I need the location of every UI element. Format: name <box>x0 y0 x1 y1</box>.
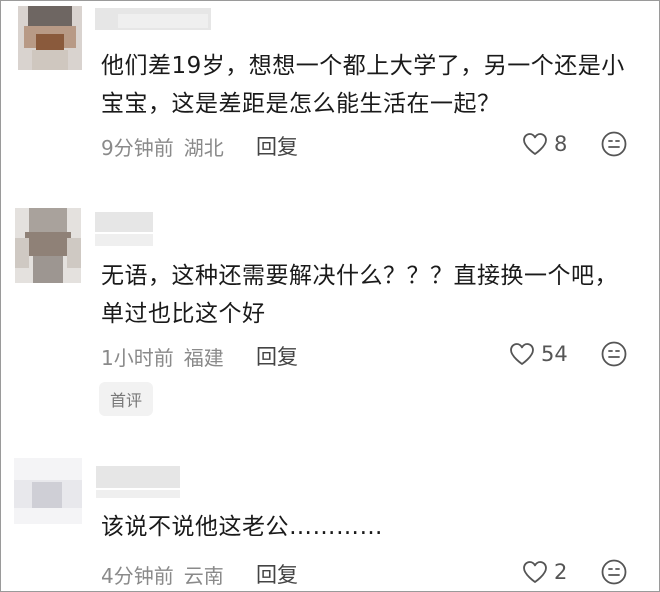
comment-time: 4分钟前 <box>101 563 174 588</box>
comment-time: 1小时前 <box>101 345 174 370</box>
comment-time: 9分钟前 <box>101 135 174 160</box>
avatar[interactable] <box>18 6 82 70</box>
comment-location: 云南 <box>183 563 224 588</box>
avatar[interactable] <box>14 458 82 524</box>
comment-text: 该说不说他这老公………… <box>101 514 383 540</box>
comment-text: 无语，这种还需要解决什么？？？直接换一个吧，单过也比这个好 <box>101 263 618 327</box>
comment-meta: 9分钟前 湖北 <box>101 131 224 161</box>
username-redacted-secondary <box>118 14 208 28</box>
emoji-face-icon[interactable] <box>600 130 628 158</box>
username-redacted-secondary <box>95 234 153 246</box>
heart-outline-icon <box>510 343 534 365</box>
username-redacted-secondary <box>96 490 180 498</box>
comment-text: 他们差19岁，想想一个都上大学了，另一个还是小宝宝，这是差距是怎么能生活在一起？ <box>101 53 625 117</box>
comment-location: 湖北 <box>183 135 224 160</box>
emoji-face-icon[interactable] <box>600 340 628 368</box>
reply-button[interactable]: 回复 <box>256 131 298 161</box>
comment-meta: 1小时前 福建 <box>101 341 224 371</box>
first-comment-badge: 首评 <box>99 382 154 416</box>
comment-location: 福建 <box>183 345 224 370</box>
like-button[interactable]: 8 <box>522 129 567 159</box>
heart-outline-icon <box>523 133 547 155</box>
avatar[interactable] <box>15 208 81 283</box>
comment-meta: 4分钟前 云南 <box>101 559 224 589</box>
username-redacted[interactable] <box>96 466 180 488</box>
heart-outline-icon <box>523 561 547 583</box>
like-count: 54 <box>541 342 568 366</box>
reply-button[interactable]: 回复 <box>256 559 298 589</box>
username-redacted[interactable] <box>95 212 153 232</box>
reply-button[interactable]: 回复 <box>256 341 298 371</box>
like-count: 2 <box>554 560 568 584</box>
like-button[interactable]: 54 <box>509 339 568 369</box>
emoji-face-icon[interactable] <box>600 558 628 586</box>
like-count: 8 <box>554 132 568 156</box>
like-button[interactable]: 2 <box>522 557 567 587</box>
